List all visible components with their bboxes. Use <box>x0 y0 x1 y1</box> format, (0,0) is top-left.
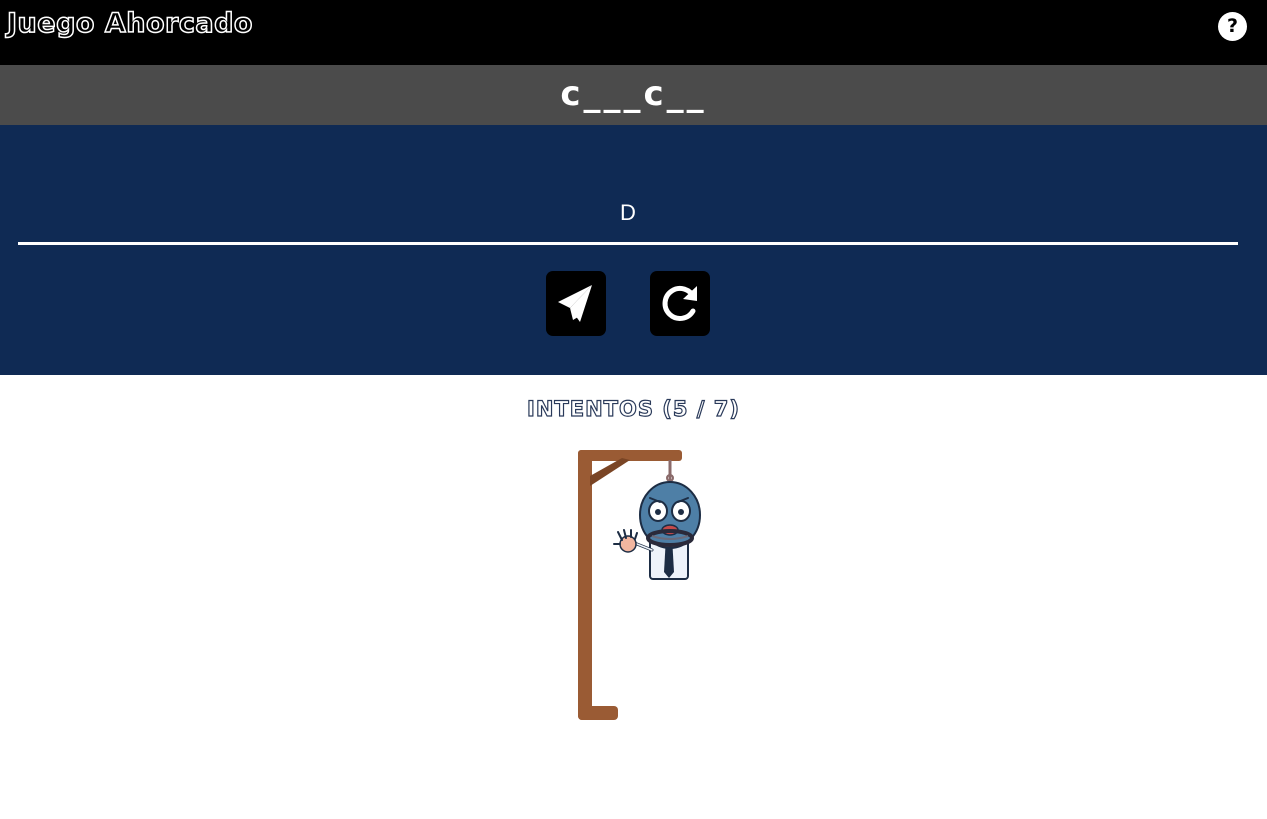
hidden-word: c___c__ <box>560 74 707 114</box>
top-bar: Juego Ahorcado ? <box>0 0 1267 65</box>
gallows-brace <box>590 458 630 486</box>
letter-input[interactable] <box>18 184 1238 245</box>
hangman-drawing <box>578 450 701 720</box>
reset-button[interactable] <box>650 271 710 336</box>
character-hand <box>619 535 637 553</box>
paper-plane-icon <box>558 285 592 322</box>
gallows-post <box>578 450 592 720</box>
gallows-beam <box>578 450 682 461</box>
word-bar: c___c__ <box>0 65 1267 125</box>
send-button[interactable] <box>546 271 606 336</box>
rotate-right-icon <box>662 285 697 321</box>
attempts-counter: INTENTOS (5 / 7) <box>526 396 740 421</box>
gallows-base <box>578 706 618 720</box>
app-title: Juego Ahorcado <box>6 7 253 40</box>
help-button[interactable]: ? <box>1218 12 1247 41</box>
input-panel <box>0 125 1267 375</box>
